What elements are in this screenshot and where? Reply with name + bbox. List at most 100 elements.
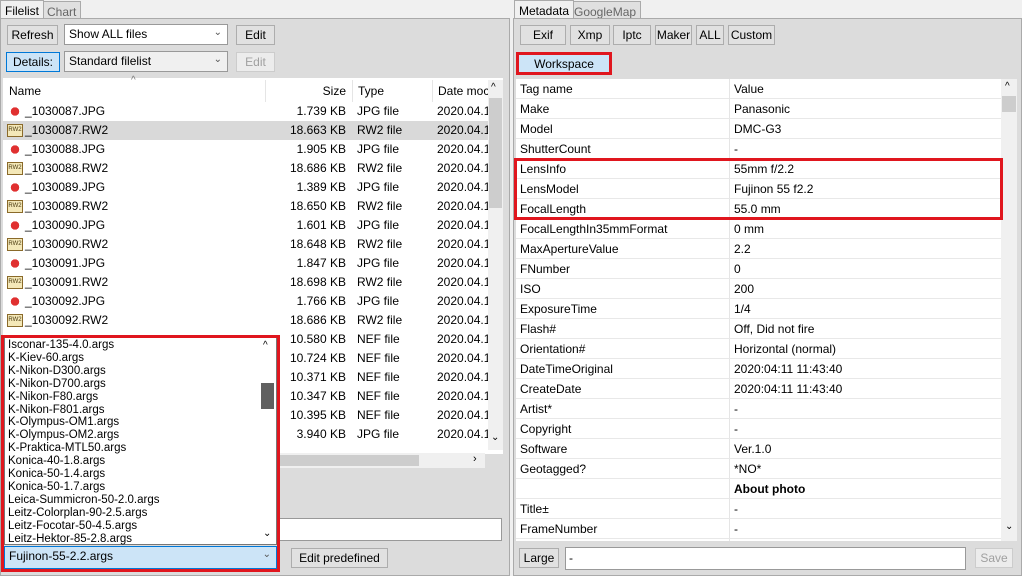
metadata-vscrollbar[interactable]: ^ ⌄ [1001,79,1017,541]
predefined-dropdown-list[interactable]: Isconar-135-4.0.args K-Kiev-60.args K-Niko… [4,337,277,545]
scroll-down-icon[interactable]: ⌄ [491,432,499,443]
scroll-right-icon[interactable]: › [473,453,477,465]
metadata-row[interactable]: Orientation# Horizontal (normal) [516,339,1001,359]
metadata-row[interactable]: FocalLength 55.0 mm [516,199,1001,219]
predefined-option[interactable]: Leitz-Hektor-85-2.8.args [5,533,258,546]
metadata-row[interactable]: MaxApertureValue 2.2 [516,239,1001,259]
scroll-up-icon[interactable]: ^ [1005,81,1010,92]
filter-select[interactable]: Show ALL files ⌄ [64,24,228,45]
maker-button[interactable]: Maker [655,25,692,45]
file-row[interactable]: RW2 _1030089.RW2 18.650 KB RW2 file 2020.… [3,197,488,216]
column-name[interactable]: Name [9,80,264,102]
all-button[interactable]: ALL [696,25,724,45]
column-tag-name[interactable]: Tag name [520,79,573,99]
metadata-row[interactable]: CreateDate 2020:04:11 11:43:40 [516,379,1001,399]
predefined-option[interactable]: K-Praktica-MTL50.args [5,442,258,455]
edit-predefined-button[interactable]: Edit predefined [291,548,388,568]
column-date[interactable]: Date moc [432,80,488,102]
metadata-row[interactable]: ShutterCount - [516,139,1001,159]
view-select[interactable]: Standard filelist ⌄ [64,51,228,72]
file-row[interactable]: _1030090.JPG 1.601 KB JPG file 2020.04.1 [3,216,488,235]
tab-googlemap[interactable]: GoogleMap [569,1,642,19]
predefined-option[interactable]: Leica-Summicron-50-2.0.args [5,494,258,507]
xmp-button[interactable]: Xmp [570,25,610,45]
predefined-option[interactable]: K-Nikon-D700.args [5,378,258,391]
tab-chart[interactable]: Chart [42,1,82,19]
custom-button[interactable]: Custom [728,25,775,45]
metadata-row[interactable]: Copyright - [516,419,1001,439]
metadata-row[interactable]: ISO 200 [516,279,1001,299]
file-type: RW2 file [357,161,403,175]
metadata-row[interactable]: FocalLengthIn35mmFormat 0 mm [516,219,1001,239]
file-row[interactable]: _1030088.JPG 1.905 KB JPG file 2020.04.1 [3,140,488,159]
text-input[interactable] [277,518,502,541]
edit-filter-button[interactable]: Edit [236,25,275,45]
column-size[interactable]: Size [265,80,346,102]
scroll-thumb[interactable] [1002,96,1016,112]
file-row[interactable]: RW2 _1030087.RW2 18.663 KB RW2 file 2020.… [3,121,488,140]
refresh-button[interactable]: Refresh [7,25,58,45]
details-button[interactable]: Details: [6,52,60,72]
metadata-table[interactable]: Tag name Value Make Panasonic Model DMC-… [516,79,1017,541]
predefined-option[interactable]: Konica-50-1.4.args [5,468,258,481]
predefined-option[interactable]: Leitz-Focotar-50-4.5.args [5,520,258,533]
predefined-option[interactable]: K-Kiev-60.args [5,352,258,365]
file-row[interactable]: _1030087.JPG 1.739 KB JPG file 2020.04.1 [3,102,488,121]
scroll-down-icon[interactable]: ⌄ [263,528,271,539]
predefined-option[interactable]: Leitz-Colorplan-90-2.5.args [5,507,258,520]
scroll-up-icon[interactable]: ^ [263,340,268,351]
tag-name: FocalLengthIn35mmFormat [520,222,668,236]
tab-metadata[interactable]: Metadata [514,0,575,18]
file-row[interactable]: RW2 _1030092.RW2 18.686 KB RW2 file 2020.… [3,311,488,330]
metadata-row[interactable]: Title± - [516,499,1001,519]
hscroll-thumb[interactable] [273,455,419,466]
scroll-up-icon[interactable]: ^ [491,82,496,93]
tab-filelist[interactable]: Filelist [0,0,45,18]
scroll-down-icon[interactable]: ⌄ [1005,521,1013,532]
file-row[interactable]: RW2 _1030090.RW2 18.648 KB RW2 file 2020.… [3,235,488,254]
predefined-option[interactable]: K-Nikon-F80.args [5,391,258,404]
exif-button[interactable]: Exif [520,25,566,45]
scroll-thumb[interactable] [489,98,502,208]
metadata-row[interactable]: FNumber 0 [516,259,1001,279]
metadata-row[interactable]: Artist* - [516,399,1001,419]
metadata-row[interactable]: About photo [516,479,1001,499]
file-row[interactable]: _1030092.JPG 1.766 KB JPG file 2020.04.1 [3,292,488,311]
metadata-row[interactable]: LensInfo 55mm f/2.2 [516,159,1001,179]
value-edit-input[interactable]: - [565,547,966,570]
metadata-row[interactable]: LensModel Fujinon 55 f2.2 [516,179,1001,199]
predefined-option[interactable]: K-Olympus-OM1.args [5,416,258,429]
predefined-option[interactable]: K-Nikon-F801.args [5,404,258,417]
predefined-option[interactable]: Konica-40-1.8.args [5,455,258,468]
predefined-option[interactable]: K-Nikon-D300.args [5,365,258,378]
large-button[interactable]: Large [519,548,559,568]
workspace-button[interactable]: Workspace [519,54,609,74]
iptc-button[interactable]: Iptc [613,25,651,45]
file-row[interactable]: RW2 _1030091.RW2 18.698 KB RW2 file 2020.… [3,273,488,292]
tag-name: Title± [520,502,549,516]
dropdown-scroll-thumb[interactable] [261,383,274,409]
predefined-option[interactable]: Konica-50-1.7.args [5,481,258,494]
predefined-option[interactable]: Isconar-135-4.0.args [5,339,258,352]
metadata-row[interactable]: Flash# Off, Did not fire [516,319,1001,339]
column-value[interactable]: Value [734,79,764,99]
metadata-row[interactable]: FrameNumber - [516,519,1001,539]
metadata-row[interactable]: Geotagged? *NO* [516,459,1001,479]
chevron-down-icon: ⌄ [213,27,222,38]
tag-name: Flash# [520,322,557,336]
file-size: 1.766 KB [296,294,346,308]
metadata-row[interactable]: ExposureTime 1/4 [516,299,1001,319]
file-list-vscrollbar[interactable]: ^ ⌄ [488,80,503,450]
file-date: 2020.04.1 [437,123,488,137]
metadata-row[interactable]: DateTimeOriginal 2020:04:11 11:43:40 [516,359,1001,379]
metadata-row[interactable]: Make Panasonic [516,99,1001,119]
file-row[interactable]: RW2 _1030088.RW2 18.686 KB RW2 file 2020.… [3,159,488,178]
metadata-row[interactable]: Software Ver.1.0 [516,439,1001,459]
file-row[interactable]: _1030089.JPG 1.389 KB JPG file 2020.04.1 [3,178,488,197]
file-type: JPG file [357,294,400,308]
predefined-select[interactable]: Fujinon-55-2.2.args ⌄ [4,546,277,569]
column-type[interactable]: Type [352,80,432,102]
metadata-row[interactable]: Model DMC-G3 [516,119,1001,139]
predefined-option[interactable]: K-Olympus-OM2.args [5,429,258,442]
file-row[interactable]: _1030091.JPG 1.847 KB JPG file 2020.04.1 [3,254,488,273]
